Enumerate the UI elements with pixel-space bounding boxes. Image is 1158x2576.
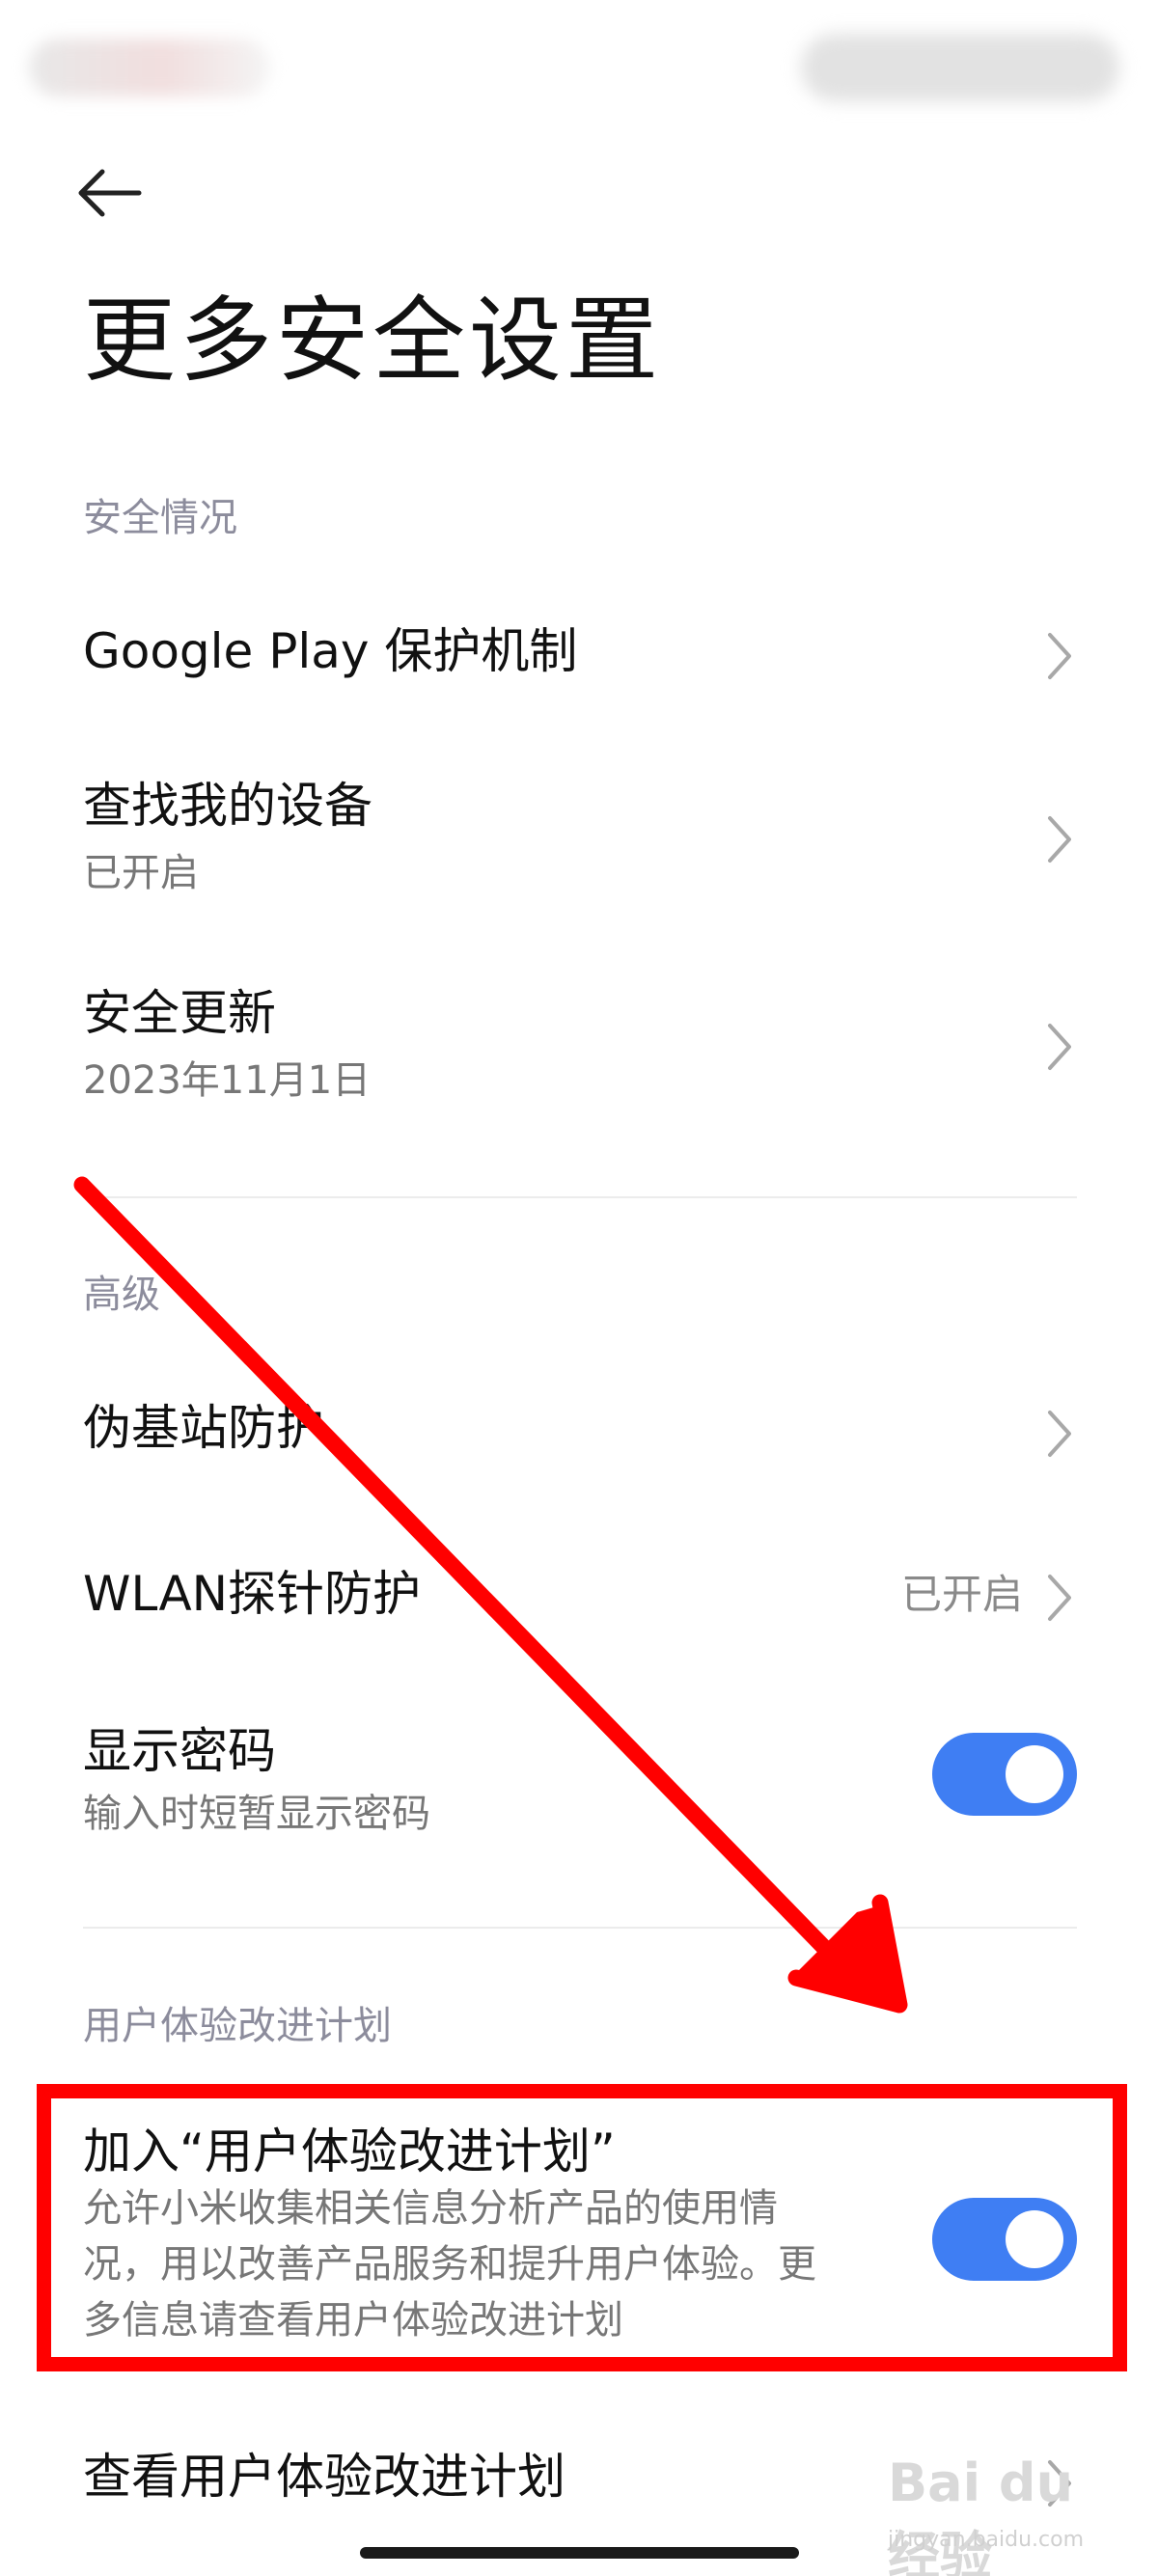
- watermark-text: Bai du 经验: [888, 2453, 1074, 2576]
- watermark-url: jingyan.baidu.com: [888, 2528, 1085, 2552]
- red-highlight-box: [37, 2084, 1127, 2371]
- baidu-jingyan-watermark: Bai du 经验 jingyan.baidu.com: [888, 2451, 1119, 2576]
- home-indicator: [360, 2547, 799, 2559]
